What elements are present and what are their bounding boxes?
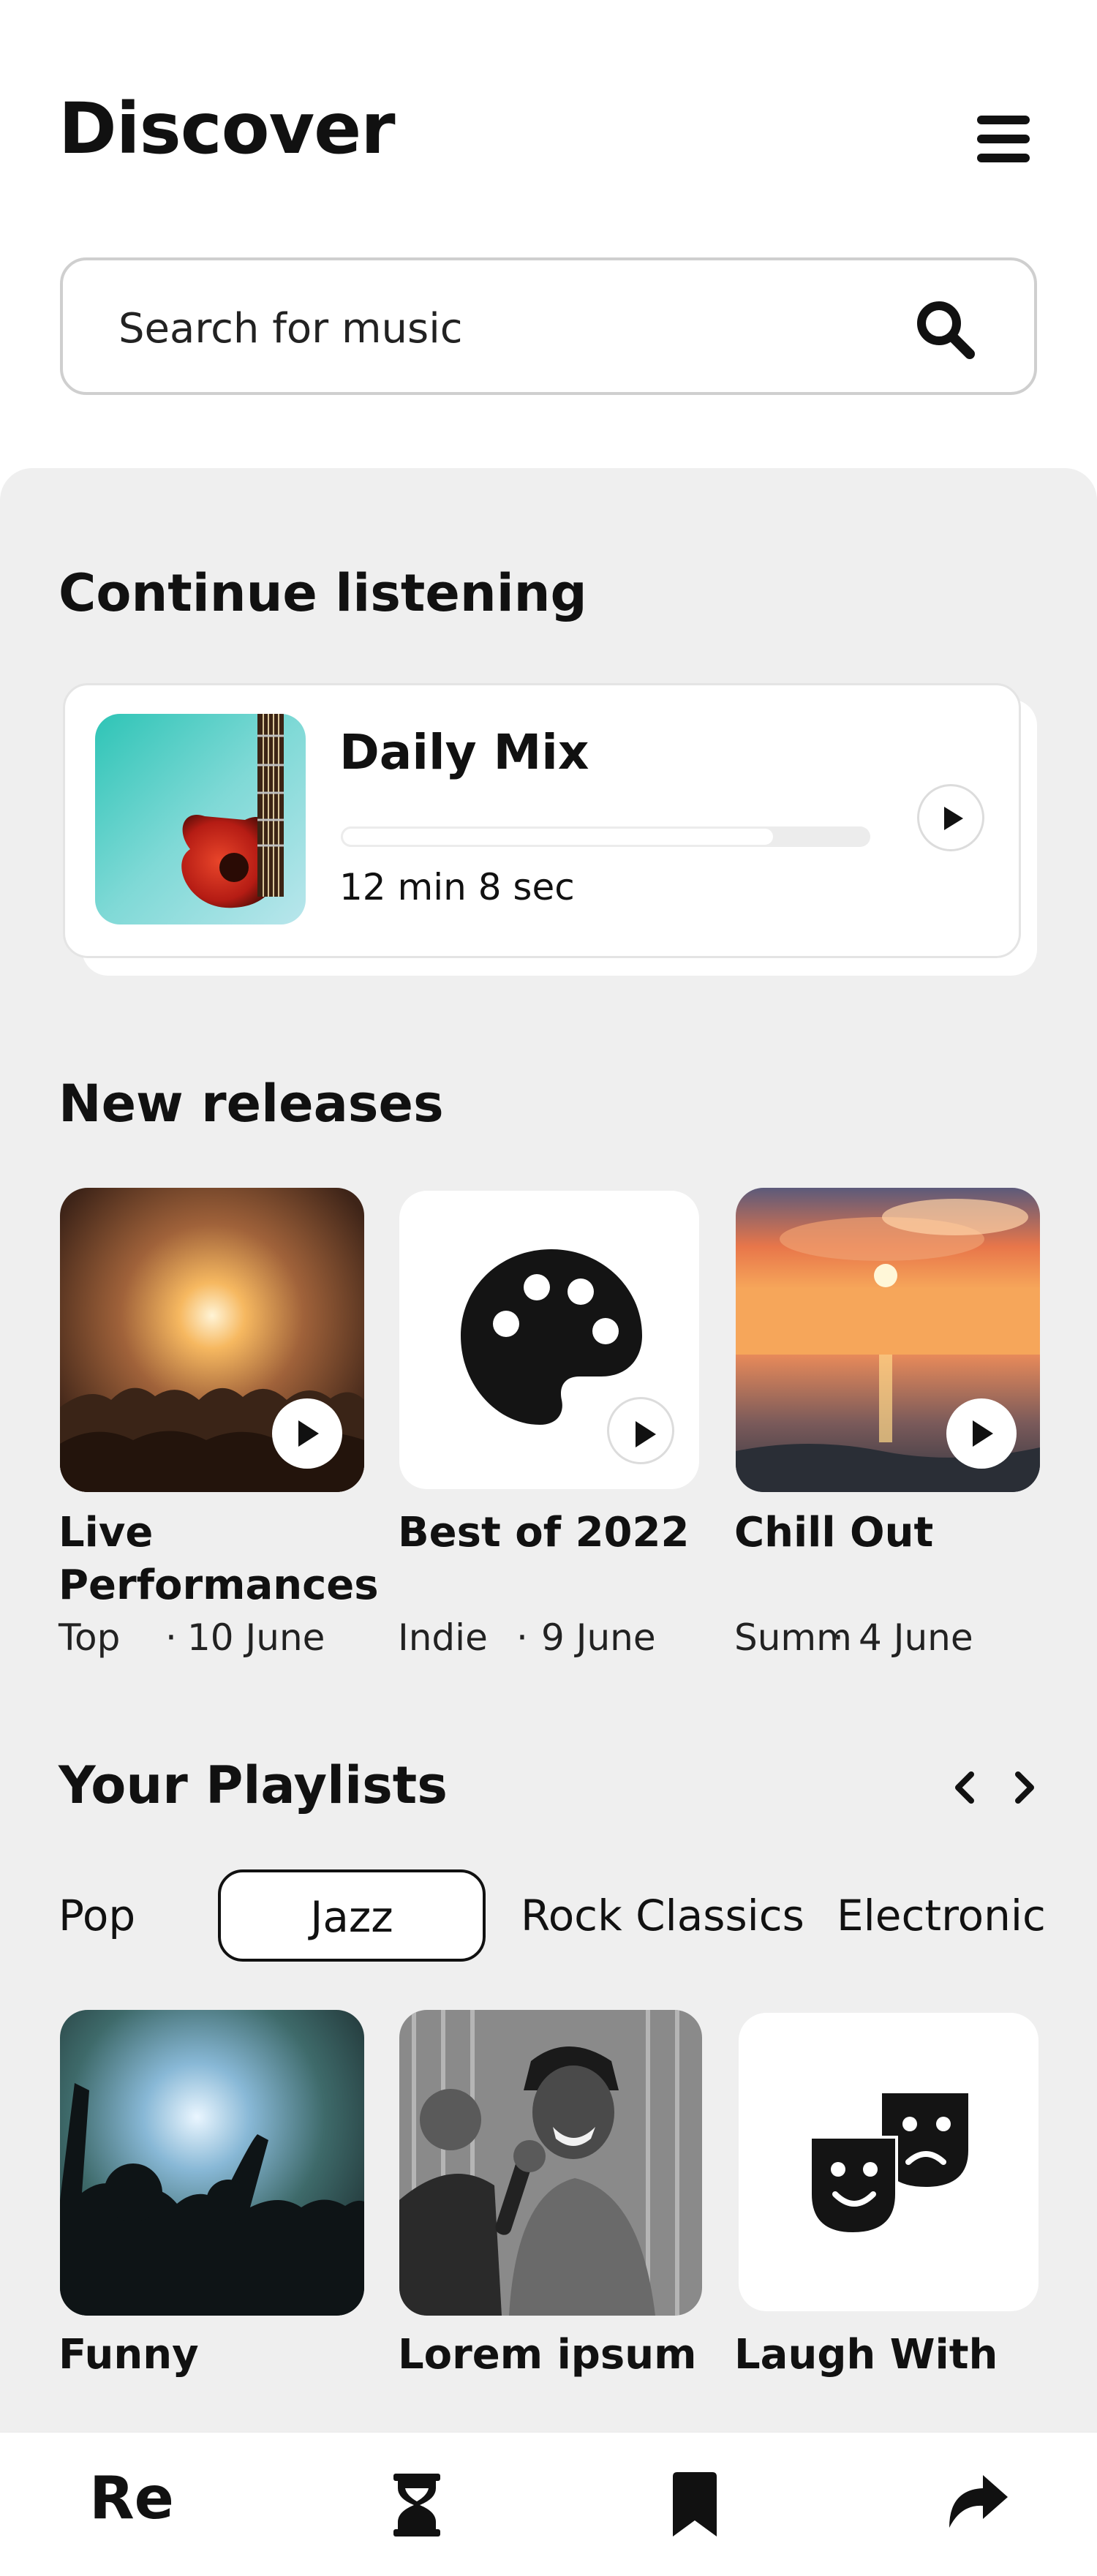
tab-jazz[interactable]: Jazz — [218, 1869, 486, 1962]
search-bar[interactable] — [60, 257, 1037, 395]
release-title: Best of 2022 — [398, 1509, 690, 1556]
meta-separator: · — [832, 1616, 844, 1659]
bookmark-icon — [673, 2472, 717, 2537]
release-title: Live Performances — [59, 1509, 379, 1609]
hamburger-menu-icon[interactable] — [973, 110, 1034, 168]
release-genre: Indie — [398, 1616, 488, 1659]
nav-item-bookmark[interactable] — [636, 2433, 753, 2576]
nav-label: Re — [89, 2464, 174, 2532]
theater-masks-icon — [809, 2093, 968, 2235]
guitar-cover-image — [95, 714, 306, 924]
continue-title: Daily Mix — [339, 724, 589, 780]
progress-bar[interactable] — [341, 826, 870, 847]
share-icon — [949, 2475, 1008, 2528]
section-title-new-releases: New releases — [59, 1074, 444, 1134]
bottom-nav: Re — [0, 2431, 1097, 2575]
play-button[interactable] — [917, 784, 984, 851]
release-genre: Top — [59, 1616, 121, 1659]
release-tile-chill-out[interactable] — [736, 1188, 1040, 1492]
release-date: 10 June — [187, 1616, 325, 1659]
tab-electronic[interactable]: Electronic — [837, 1894, 1046, 1937]
tab-pop[interactable]: Pop — [59, 1894, 135, 1937]
tab-rock-classics[interactable]: Rock Classics — [521, 1894, 804, 1937]
play-button[interactable] — [946, 1398, 1017, 1469]
singer-photo-image — [399, 2010, 702, 2316]
release-tile-best-of-2022[interactable] — [399, 1191, 699, 1489]
play-button[interactable] — [607, 1397, 674, 1464]
playlist-title: Laugh With — [734, 2331, 998, 2379]
playlist-tile-laugh-with[interactable] — [739, 2013, 1038, 2311]
chevron-left-icon[interactable] — [943, 1766, 987, 1809]
crowd-concert-image — [60, 2010, 364, 2316]
search-input[interactable] — [117, 293, 851, 364]
release-date: 9 June — [541, 1616, 656, 1659]
continue-time: 12 min 8 sec — [339, 866, 575, 908]
chevron-right-icon[interactable] — [1002, 1766, 1046, 1809]
playlist-title: Lorem ipsum — [398, 2331, 697, 2379]
tab-label: Jazz — [310, 1892, 393, 1942]
release-tile-live-performances[interactable] — [60, 1188, 364, 1492]
meta-separator: · — [165, 1616, 177, 1659]
nav-item-re[interactable]: Re — [73, 2433, 190, 2576]
nav-item-share[interactable] — [917, 2433, 1034, 2576]
play-icon — [973, 1420, 993, 1447]
playlist-tile-lorem-ipsum[interactable] — [399, 2010, 702, 2316]
meta-separator: · — [516, 1616, 528, 1659]
playlist-title: Funny — [59, 2331, 199, 2379]
nav-item-hourglass[interactable] — [358, 2433, 475, 2576]
progress-fill — [341, 826, 775, 847]
page-title: Discover — [59, 88, 396, 170]
search-icon[interactable] — [911, 295, 981, 366]
playlist-tile-funny[interactable] — [60, 2010, 364, 2316]
release-title: Chill Out — [734, 1509, 934, 1556]
hourglass-icon — [393, 2474, 440, 2537]
play-icon — [298, 1420, 319, 1447]
play-icon — [636, 1421, 656, 1447]
release-date: 4 June — [859, 1616, 973, 1659]
play-button[interactable] — [272, 1398, 342, 1469]
play-icon — [944, 807, 963, 830]
section-title-your-playlists: Your Playlists — [59, 1755, 448, 1815]
section-title-continue-listening: Continue listening — [59, 563, 587, 623]
